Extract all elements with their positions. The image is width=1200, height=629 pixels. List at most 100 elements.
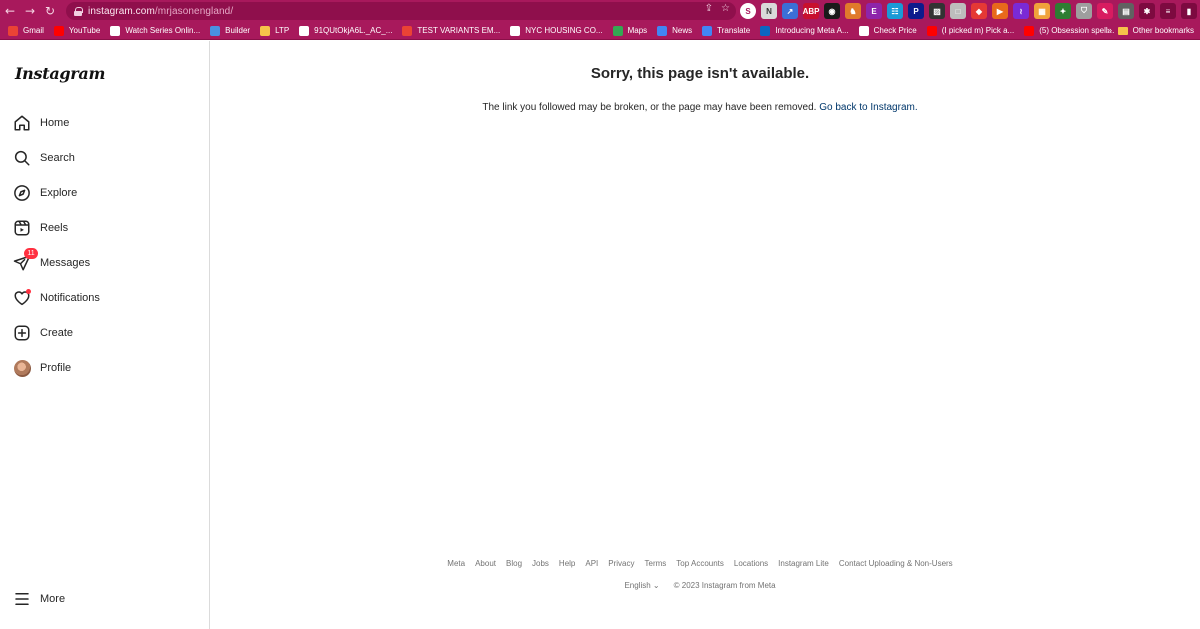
sidebar-item-profile[interactable]: Profile xyxy=(13,355,193,381)
extension-icon[interactable]: S xyxy=(740,3,756,19)
bookmark-star-icon[interactable]: ☆ xyxy=(721,3,730,14)
footer-link[interactable]: API xyxy=(585,559,598,568)
footer-link[interactable]: Privacy xyxy=(608,559,634,568)
bookmark-item[interactable]: Translate xyxy=(702,25,751,36)
footer-link[interactable]: Help xyxy=(559,559,575,568)
go-back-link[interactable]: Go back to Instagram. xyxy=(819,102,917,113)
bookmark-label: Check Price xyxy=(873,26,917,35)
bookmark-item[interactable]: Check Price xyxy=(858,25,917,36)
footer-link[interactable]: Meta xyxy=(447,559,465,568)
extension-icon[interactable]: ▦ xyxy=(1034,3,1050,19)
bookmark-item[interactable]: Builder xyxy=(210,25,251,36)
extension-icon[interactable]: □ xyxy=(950,3,966,19)
sidebar-item-label: Create xyxy=(40,327,74,339)
footer-link[interactable]: Top Accounts xyxy=(676,559,724,568)
bookmark-label: 91QUtOkjA6L._AC_... xyxy=(314,26,393,35)
bookmark-label: TEST VARIANTS EM... xyxy=(417,26,501,35)
bookmark-item[interactable]: Introducing Meta A... xyxy=(760,25,849,36)
back-button[interactable]: ← xyxy=(0,0,20,22)
sidebar-item-label: Messages xyxy=(40,257,91,269)
sidebar-item-more[interactable]: More xyxy=(13,586,193,612)
extension-icon[interactable]: ABP xyxy=(803,3,819,19)
extensions-bar: SN↗ABP◉♞E☷P▨□◆▶≀▦✦⛉✎▤✱≡▮K xyxy=(740,3,1200,19)
bookmark-label: (5) Obsession spell... xyxy=(1039,26,1115,35)
extension-icon[interactable]: ♞ xyxy=(845,3,861,19)
sidebar-item-messages[interactable]: 11 Messages xyxy=(13,248,193,276)
favicon-icon xyxy=(612,25,623,36)
url-host: instagram.com xyxy=(88,5,155,17)
bookmark-label: Builder xyxy=(225,26,251,35)
bookmark-item[interactable]: (5) Obsession spell... xyxy=(1024,25,1115,36)
extension-icon[interactable]: ≀ xyxy=(1013,3,1029,19)
extension-icon[interactable]: ▶ xyxy=(992,3,1008,19)
bookmark-item[interactable]: News xyxy=(657,25,692,36)
forward-button[interactable]: → xyxy=(20,0,40,22)
messages-badge: 11 xyxy=(24,248,38,259)
folder-icon xyxy=(1117,26,1128,35)
footer-link[interactable]: Instagram Lite xyxy=(778,559,829,568)
favicon-icon xyxy=(299,25,310,36)
sidebar-item-explore[interactable]: Explore xyxy=(13,180,193,206)
extension-icon[interactable]: P xyxy=(908,3,924,19)
heart-icon xyxy=(13,289,31,307)
language-selector[interactable]: English ⌄ xyxy=(624,581,659,590)
favicon-icon xyxy=(926,25,937,36)
main-content: Sorry, this page isn't available. The li… xyxy=(211,41,1200,629)
bookmark-label: Watch Series Onlin... xyxy=(125,26,201,35)
footer-link[interactable]: Terms xyxy=(645,559,667,568)
footer-meta: English ⌄ © 2023 Instagram from Meta xyxy=(211,581,1189,590)
sidebar-item-search[interactable]: Search xyxy=(13,145,193,171)
favicon-icon xyxy=(260,25,271,36)
extension-icon[interactable]: E xyxy=(866,3,882,19)
sidebar-item-label: Explore xyxy=(40,187,78,199)
lock-icon xyxy=(74,6,83,16)
bookmark-item[interactable]: TEST VARIANTS EM... xyxy=(402,25,501,36)
footer-link[interactable]: Locations xyxy=(734,559,768,568)
footer-link[interactable]: Contact Uploading & Non-Users xyxy=(839,559,953,568)
extension-icon[interactable]: ✎ xyxy=(1097,3,1113,19)
extension-icon[interactable]: ⛉ xyxy=(1076,3,1092,19)
bookmark-item[interactable]: Maps xyxy=(612,25,647,36)
other-bookmarks[interactable]: Other bookmarks xyxy=(1117,26,1194,35)
extension-icon[interactable]: ✦ xyxy=(1055,3,1071,19)
bookmark-item[interactable]: LTP xyxy=(260,25,289,36)
reload-button[interactable]: ↻ xyxy=(40,0,60,22)
extension-icon[interactable]: ✱ xyxy=(1139,3,1155,19)
sidebar-item-home[interactable]: Home xyxy=(13,110,193,136)
bookmark-item[interactable]: YouTube xyxy=(53,25,101,36)
extension-icon[interactable]: ▤ xyxy=(1118,3,1134,19)
sidebar-item-label: More xyxy=(40,593,66,605)
compass-icon xyxy=(13,184,31,202)
footer-link[interactable]: About xyxy=(475,559,496,568)
favicon-icon xyxy=(210,25,221,36)
bookmark-item[interactable]: NYC HOUSING CO... xyxy=(510,25,603,36)
bookmarks-overflow-button[interactable]: » xyxy=(1107,25,1112,35)
sidebar-item-reels[interactable]: Reels xyxy=(13,215,193,241)
bookmark-item[interactable]: Watch Series Onlin... xyxy=(110,25,201,36)
footer-link[interactable]: Blog xyxy=(506,559,522,568)
instagram-logo[interactable]: Instagram xyxy=(15,64,105,83)
bookmark-item[interactable]: 91QUtOkjA6L._AC_... xyxy=(299,25,393,36)
bookmark-label: YouTube xyxy=(68,26,101,35)
browser-toolbar: ← → ↻ instagram.com/mrjasonengland/ ⇪ ☆ … xyxy=(0,0,1200,22)
extension-icon[interactable]: ☷ xyxy=(887,3,903,19)
extension-icon[interactable]: ≡ xyxy=(1160,3,1176,19)
extension-icon[interactable]: ▮ xyxy=(1181,3,1197,19)
plus-square-icon xyxy=(13,324,31,342)
bookmark-item[interactable]: (I picked m) Pick a... xyxy=(926,25,1014,36)
address-url[interactable]: instagram.com/mrjasonengland/ xyxy=(88,6,233,17)
bookmark-item[interactable]: Gmail xyxy=(8,25,44,36)
address-bar[interactable]: instagram.com/mrjasonengland/ ⇪ ☆ xyxy=(66,2,736,20)
sidebar-item-create[interactable]: Create xyxy=(13,320,193,346)
extension-icon[interactable]: ↗ xyxy=(782,3,798,19)
bookmark-label: Translate xyxy=(717,26,751,35)
extension-icon[interactable]: ◉ xyxy=(824,3,840,19)
share-icon[interactable]: ⇪ xyxy=(705,3,713,14)
extension-icon[interactable]: ▨ xyxy=(929,3,945,19)
footer-link[interactable]: Jobs xyxy=(532,559,549,568)
sidebar-item-notifications[interactable]: Notifications xyxy=(13,285,193,311)
chevron-down-icon: ⌄ xyxy=(652,581,660,590)
sidebar: Instagram Home Search Explore Reels 11 M… xyxy=(0,41,210,629)
extension-icon[interactable]: N xyxy=(761,3,777,19)
extension-icon[interactable]: ◆ xyxy=(971,3,987,19)
